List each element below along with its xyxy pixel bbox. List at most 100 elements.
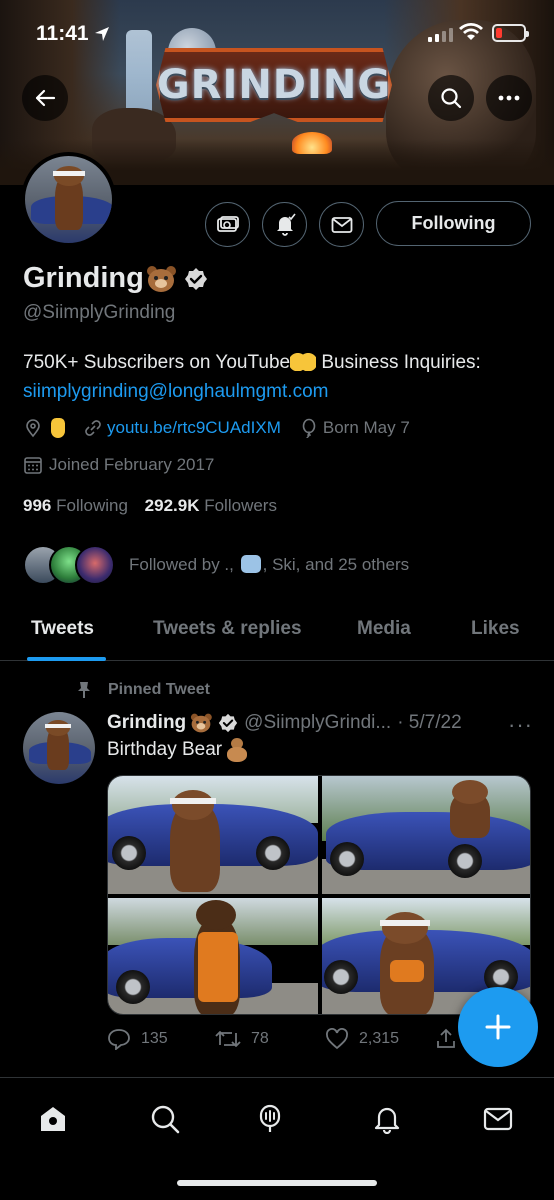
mail-icon <box>331 216 352 233</box>
following-count-link[interactable]: 996 Following <box>23 496 128 515</box>
more-options-button[interactable] <box>486 75 532 121</box>
bio-text-2: Business Inquiries: <box>316 352 481 373</box>
banner-campfire <box>292 132 332 154</box>
retweet-count: 78 <box>251 1030 269 1047</box>
nav-messages[interactable] <box>481 1102 515 1136</box>
back-arrow-icon <box>35 89 56 107</box>
message-button[interactable] <box>319 202 364 247</box>
verified-badge-icon <box>218 713 238 733</box>
reply-count: 135 <box>141 1030 168 1047</box>
location-item <box>23 418 65 438</box>
nav-spaces[interactable] <box>253 1102 287 1136</box>
birthday-text: Born May 7 <box>322 418 410 437</box>
bell-check-icon <box>276 213 296 236</box>
tweet-photo-1[interactable] <box>108 776 318 894</box>
wifi-icon <box>459 23 483 40</box>
reply-button[interactable]: 135 <box>107 1028 168 1050</box>
raised-hands-emoji-icon <box>290 349 317 371</box>
tweet-more-button[interactable]: ··· <box>508 712 533 738</box>
status-time: 11:41 <box>36 22 89 45</box>
home-indicator <box>177 1180 377 1186</box>
search-icon <box>151 1105 180 1134</box>
tip-button[interactable] <box>205 202 250 247</box>
location-pin-icon <box>26 419 40 438</box>
share-icon <box>437 1028 455 1048</box>
tab-tweets-replies[interactable]: Tweets & replies <box>153 618 302 640</box>
followers-label: Followers <box>204 496 277 515</box>
tweet-actions: 135 78 2,315 <box>107 1024 507 1054</box>
tweet-text-row: Birthday Bear <box>107 738 250 762</box>
search-icon <box>441 88 462 109</box>
tab-likes[interactable]: Likes <box>471 618 520 640</box>
following-button[interactable]: Following <box>376 201 531 246</box>
tab-media[interactable]: Media <box>357 618 411 640</box>
profile-avatar[interactable] <box>21 152 116 247</box>
compose-tweet-button[interactable] <box>458 987 538 1067</box>
following-count: 996 <box>23 496 52 515</box>
tab-tweets[interactable]: Tweets <box>31 618 94 640</box>
reply-icon <box>108 1029 130 1050</box>
tweet-text: Birthday Bear <box>107 739 223 760</box>
like-button[interactable]: 2,315 <box>325 1028 399 1050</box>
tweet-media-grid[interactable] <box>107 775 531 1015</box>
followed-by-suffix: , Ski, and 25 others <box>262 555 410 574</box>
profile-meta-row: youtu.be/rtc9CUAdIXM Born May 7 <box>23 418 428 438</box>
home-icon <box>41 1107 65 1131</box>
follower-avatar <box>75 545 115 585</box>
verified-badge-icon <box>184 267 207 290</box>
heart-icon <box>326 1028 348 1050</box>
following-label: Following <box>56 496 128 515</box>
plus-icon <box>485 1014 511 1040</box>
profile-tabs: Tweets Tweets & replies Media Likes <box>0 608 554 661</box>
pinned-label: Pinned Tweet <box>108 681 210 698</box>
pin-icon <box>78 682 90 698</box>
banner-logo-text: GRINDING <box>156 62 392 108</box>
notifications-subscribe-button[interactable] <box>262 202 307 247</box>
active-tab-indicator <box>27 657 106 661</box>
balloon-icon <box>302 418 316 438</box>
nav-notifications[interactable] <box>370 1102 404 1136</box>
back-button[interactable] <box>22 75 68 121</box>
tweet-date: · 5/7/22 <box>397 712 462 733</box>
follow-counts: 996 Following 292.9K Followers <box>23 496 277 516</box>
tweet-author-name[interactable]: Grinding <box>107 712 186 734</box>
tweet-photo-2[interactable] <box>322 776 530 894</box>
robot-emoji-icon <box>240 555 261 573</box>
tweet-author-avatar[interactable] <box>23 712 95 784</box>
followers-count-link[interactable]: 292.9K Followers <box>145 496 277 515</box>
profile-bio: 750K+ Subscribers on YouTube Business In… <box>23 348 533 406</box>
retweet-button[interactable]: 78 <box>215 1028 269 1050</box>
pointing-down-emoji-icon <box>51 418 65 438</box>
followed-by-prefix: Followed by ., <box>129 555 234 574</box>
money-icon <box>216 215 239 232</box>
bio-email-link[interactable]: siimplygrinding@longhaulmgmt.com <box>23 381 328 402</box>
followers-count: 292.9K <box>144 496 200 515</box>
signal-icon <box>428 28 453 42</box>
teddy-bear-emoji-icon <box>224 738 250 762</box>
pinned-label-row: Pinned Tweet <box>74 680 210 700</box>
tweet-header: Grinding @SiimplyGrindi... · 5/7/22 <box>107 709 462 737</box>
profile-name: Grinding <box>23 262 144 294</box>
nav-home[interactable] <box>36 1102 70 1136</box>
tweet-author-handle: @SiimplyGrindi... <box>244 712 392 733</box>
joined-text: Joined February 2017 <box>49 455 215 474</box>
bear-emoji-icon <box>190 713 212 733</box>
link-icon <box>85 420 101 436</box>
nav-search[interactable] <box>148 1102 182 1136</box>
tweet-photo-3[interactable] <box>108 898 318 1014</box>
profile-name-row: Grinding <box>23 262 208 295</box>
calendar-icon <box>24 457 42 474</box>
birthday-item: Born May 7 <box>299 418 410 438</box>
mail-icon <box>483 1107 513 1131</box>
followed-by-row[interactable]: Followed by ., , Ski, and 25 others <box>23 545 409 585</box>
profile-handle: @SiimplyGrinding <box>23 302 176 323</box>
bio-text: 750K+ Subscribers on YouTube <box>23 352 291 373</box>
followed-by-text: Followed by ., , Ski, and 25 others <box>129 555 409 575</box>
status-bar: 11:41 <box>0 0 554 60</box>
retweet-icon <box>215 1031 241 1047</box>
website-item[interactable]: youtu.be/rtc9CUAdIXM <box>83 418 281 438</box>
search-button[interactable] <box>428 75 474 121</box>
share-button[interactable] <box>435 1028 457 1050</box>
bear-emoji-icon <box>146 265 176 293</box>
website-link[interactable]: youtu.be/rtc9CUAdIXM <box>107 418 281 438</box>
